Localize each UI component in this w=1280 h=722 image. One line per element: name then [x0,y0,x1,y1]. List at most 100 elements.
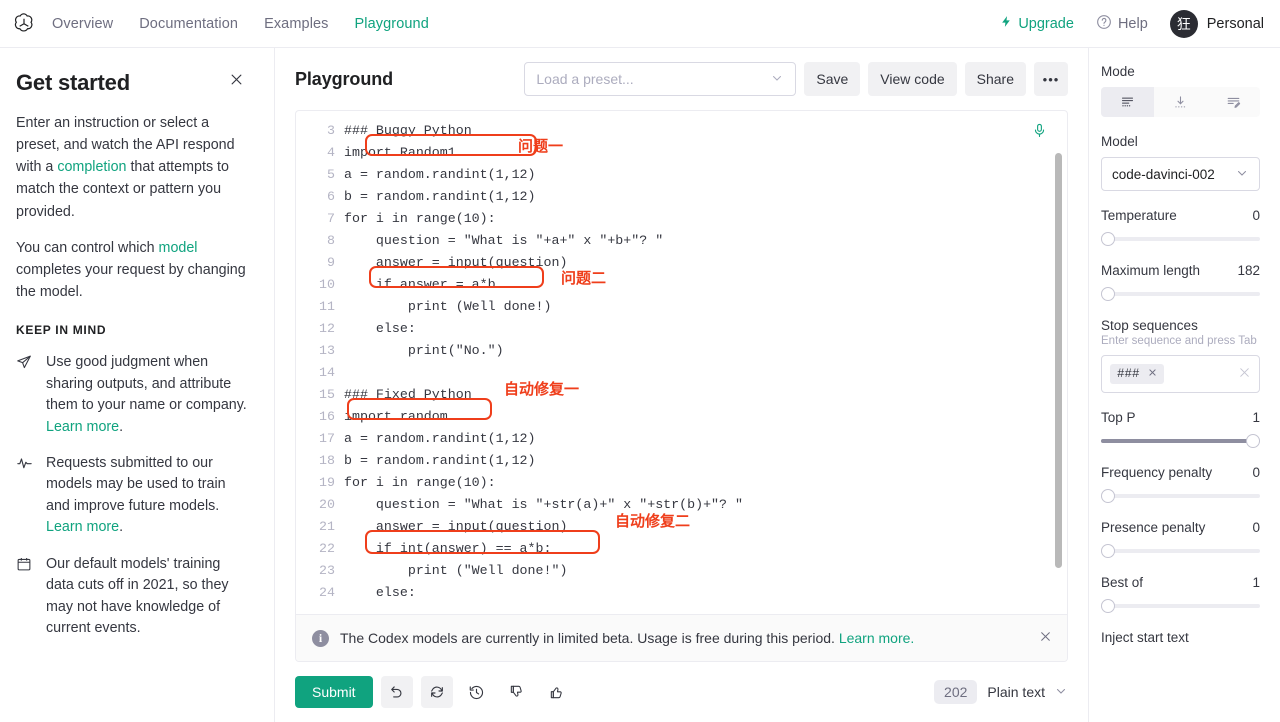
nav-link-playground[interactable]: Playground [355,16,429,32]
regenerate-icon[interactable] [421,676,453,708]
history-icon[interactable] [461,676,493,708]
close-icon[interactable] [1148,368,1157,381]
code-text[interactable]: ### Buggy Pythonimport Random1a = random… [344,116,1067,614]
sidebar-model-link[interactable]: model [159,240,198,256]
code-line[interactable]: answer = input(question) [344,516,1067,538]
more-options-button[interactable]: ••• [1034,62,1068,96]
slider-knob[interactable] [1101,232,1115,246]
max-length-value: 182 [1237,263,1260,278]
frequency-penalty-slider[interactable] [1101,489,1260,503]
line-number: 13 [296,340,335,362]
playground-app: Overview Documentation Examples Playgrou… [0,0,1280,722]
code-line[interactable]: b = random.randint(1,12) [344,186,1067,208]
max-length-slider[interactable] [1101,287,1260,301]
model-value: code-davinci-002 [1112,167,1215,182]
upgrade-button[interactable]: Upgrade [1000,14,1074,33]
code-line[interactable]: if answer = a*b [344,274,1067,296]
code-editor[interactable]: 3456789101112131415161718192021222324 ##… [295,110,1068,662]
code-line[interactable]: a = random.randint(1,12) [344,428,1067,450]
playground-toolbar: Playground Load a preset... Save View co… [275,48,1088,110]
kim-2-learn-more-link[interactable]: Learn more [46,519,119,535]
nav-link-examples[interactable]: Examples [264,16,328,32]
keep-in-mind-item-text: Requests submitted to our models may be … [46,453,248,539]
code-line[interactable]: for i in range(10): [344,472,1067,494]
code-line[interactable]: print("No.") [344,340,1067,362]
code-line[interactable]: else: [344,582,1067,604]
slider-knob[interactable] [1246,434,1260,448]
clear-icon[interactable] [1238,366,1251,382]
language-select[interactable]: Plain text [987,684,1068,701]
microphone-icon[interactable] [1032,122,1047,144]
code-line[interactable]: ### Buggy Python [344,120,1067,142]
model-select[interactable]: code-davinci-002 [1101,157,1260,191]
inject-start-text-group[interactable]: Inject start text [1101,630,1260,645]
user-menu[interactable]: 狂 Personal [1170,10,1264,38]
mode-edit-button[interactable] [1207,87,1260,117]
slider-track [1101,494,1260,498]
line-number: 14 [296,362,335,384]
code-line[interactable]: answer = input(question) [344,252,1067,274]
temperature-slider[interactable] [1101,232,1260,246]
mode-insert-button[interactable] [1154,87,1207,117]
thumbs-down-icon[interactable] [501,676,533,708]
nav-link-documentation[interactable]: Documentation [139,16,238,32]
temperature-label: Temperature [1101,208,1177,223]
save-button[interactable]: Save [804,62,860,96]
preset-select[interactable]: Load a preset... [524,62,796,96]
sidebar-paragraph-2: You can control which model completes yo… [16,237,248,303]
code-line[interactable]: import random [344,406,1067,428]
kim-2-text-b: . [119,519,123,535]
presence-penalty-slider[interactable] [1101,544,1260,558]
openai-logo-icon[interactable] [10,10,38,38]
code-line[interactable]: print (Well done!) [344,296,1067,318]
editor-scrollbar[interactable] [1055,153,1062,568]
code-line[interactable]: if int(answer) == a*b: [344,538,1067,560]
kim-1-learn-more-link[interactable]: Learn more [46,419,119,435]
sidebar-completion-link[interactable]: completion [57,159,126,175]
close-icon[interactable] [225,68,248,94]
nav-link-overview[interactable]: Overview [52,16,113,32]
slider-knob[interactable] [1101,544,1115,558]
slider-knob[interactable] [1101,489,1115,503]
code-line[interactable]: print ("Well done!") [344,560,1067,582]
undo-icon[interactable] [381,676,413,708]
mode-toggle-group [1101,87,1260,117]
code-line[interactable]: b = random.randint(1,12) [344,450,1067,472]
stop-sequences-label: Stop sequences [1101,318,1260,333]
info-icon: i [312,630,329,647]
code-line[interactable]: import Random1 [344,142,1067,164]
line-number: 7 [296,208,335,230]
stop-sequences-group: Stop sequences Enter sequence and press … [1101,318,1260,393]
share-button[interactable]: Share [965,62,1026,96]
code-line[interactable]: a = random.randint(1,12) [344,164,1067,186]
presence-penalty-row: Presence penalty 0 [1101,520,1260,535]
best-of-slider[interactable] [1101,599,1260,613]
thumbs-up-icon[interactable] [541,676,573,708]
submit-button[interactable]: Submit [295,676,373,708]
mode-complete-button[interactable] [1101,87,1154,117]
close-icon[interactable] [1039,630,1052,647]
code-line[interactable]: question = "What is "+str(a)+" x "+str(b… [344,494,1067,516]
notice-learn-more-link[interactable]: Learn more. [839,630,914,646]
code-line[interactable]: else: [344,318,1067,340]
code-area[interactable]: 3456789101112131415161718192021222324 ##… [296,111,1067,614]
slider-knob[interactable] [1101,287,1115,301]
help-button[interactable]: Help [1096,14,1148,34]
code-line[interactable] [344,362,1067,384]
stop-sequences-input[interactable]: ### [1101,355,1260,393]
paper-plane-icon [16,352,33,438]
keep-in-mind-item: Use good judgment when sharing outputs, … [16,352,248,438]
best-of-group: Best of 1 [1101,575,1260,613]
model-group: Model code-davinci-002 [1101,134,1260,191]
code-line[interactable]: question = "What is "+a+" x "+b+"? " [344,230,1067,252]
best-of-label: Best of [1101,575,1143,590]
code-line[interactable]: ### Fixed Python [344,384,1067,406]
view-code-button[interactable]: View code [868,62,956,96]
top-p-slider[interactable] [1101,434,1260,448]
temperature-group: Temperature 0 [1101,208,1260,246]
codex-beta-notice: i The Codex models are currently in limi… [296,614,1067,661]
nav-links: Overview Documentation Examples Playgrou… [52,16,429,32]
slider-knob[interactable] [1101,599,1115,613]
presence-penalty-group: Presence penalty 0 [1101,520,1260,558]
code-line[interactable]: for i in range(10): [344,208,1067,230]
